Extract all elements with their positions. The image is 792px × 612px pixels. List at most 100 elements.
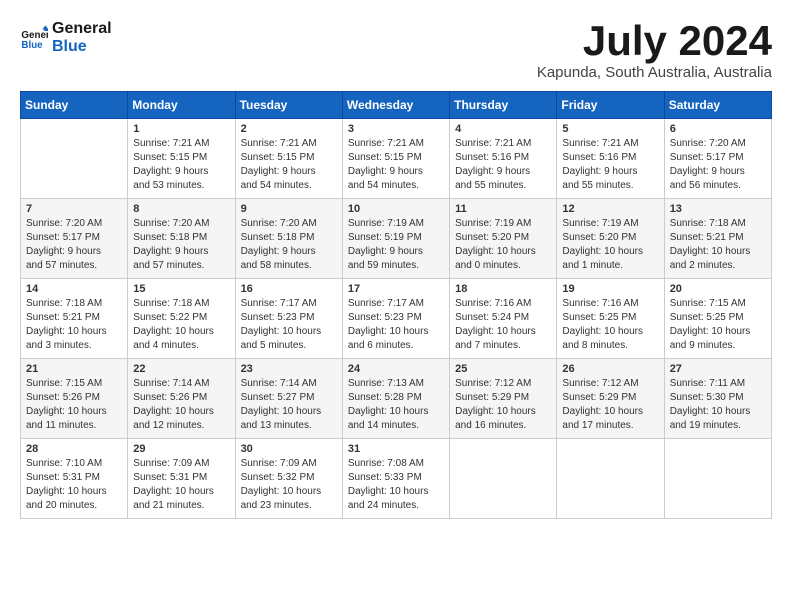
cell-text-line: and 7 minutes. <box>455 340 521 351</box>
day-number: 25 <box>455 363 551 375</box>
calendar-cell: 28Sunrise: 7:10 AMSunset: 5:31 PMDayligh… <box>21 439 128 519</box>
cell-content: Sunrise: 7:20 AMSunset: 5:17 PMDaylight:… <box>26 217 122 273</box>
cell-content: Sunrise: 7:21 AMSunset: 5:15 PMDaylight:… <box>241 137 337 193</box>
cell-text-line: Sunset: 5:27 PM <box>241 392 315 403</box>
day-number: 18 <box>455 283 551 295</box>
calendar-cell: 30Sunrise: 7:09 AMSunset: 5:32 PMDayligh… <box>235 439 342 519</box>
calendar-week-5: 28Sunrise: 7:10 AMSunset: 5:31 PMDayligh… <box>21 439 772 519</box>
cell-text-line: and 24 minutes. <box>348 500 419 511</box>
cell-content: Sunrise: 7:18 AMSunset: 5:21 PMDaylight:… <box>670 217 766 273</box>
cell-text-line: Sunrise: 7:19 AM <box>348 218 424 229</box>
cell-text-line: Daylight: 10 hours <box>670 406 751 417</box>
calendar-cell: 5Sunrise: 7:21 AMSunset: 5:16 PMDaylight… <box>557 119 664 199</box>
cell-text-line: and 14 minutes. <box>348 420 419 431</box>
cell-content: Sunrise: 7:09 AM Sunset: 5:32 PM Daylight:… <box>241 457 337 513</box>
cell-content: Sunrise: 7:12 AMSunset: 5:29 PMDaylight:… <box>455 377 551 433</box>
calendar-cell: 21 Sunrise: 7:15 AMSunset: 5:26 PMDayligh… <box>21 359 128 439</box>
cell-text-line: Sunset: 5:21 PM <box>670 232 744 243</box>
day-number: 19 <box>562 283 658 295</box>
cell-text-line: Sunset: 5:24 PM <box>455 312 529 323</box>
cell-text-line: Daylight: 10 hours <box>241 486 322 497</box>
cell-text-line: Sunrise: 7:21 AM <box>133 138 209 149</box>
cell-content: Sunrise: 7:11 AMSunset: 5:30 PMDaylight:… <box>670 377 766 433</box>
cell-text-line: Daylight: 9 hours <box>26 246 101 257</box>
calendar-cell: 4Sunrise: 7:21 AMSunset: 5:16 PMDaylight… <box>450 119 557 199</box>
page-header: General Blue General Blue July 2024 Kapu… <box>20 20 772 81</box>
cell-content: Sunrise: 7:14 AMSunset: 5:26 PMDaylight:… <box>133 377 229 433</box>
cell-text-line: Sunset: 5:32 PM <box>241 472 315 483</box>
cell-content: Sunrise: 7:09 AMSunset: 5:31 PMDaylight:… <box>133 457 229 513</box>
calendar-cell: 3Sunrise: 7:21 AMSunset: 5:15 PMDaylight… <box>342 119 449 199</box>
weekday-header-wednesday: Wednesday <box>342 92 449 119</box>
cell-text-line: Sunset: 5:26 PM <box>133 392 207 403</box>
day-number: 2 <box>241 123 337 135</box>
cell-text-line: Sunrise: 7:16 AM <box>455 298 531 309</box>
calendar-cell: 8Sunrise: 7:20 AMSunset: 5:18 PMDaylight… <box>128 199 235 279</box>
calendar-cell: 27Sunrise: 7:11 AMSunset: 5:30 PMDayligh… <box>664 359 771 439</box>
day-number: 11 <box>455 203 551 215</box>
logo-blue: Blue <box>52 38 112 56</box>
logo-general: General <box>52 20 112 38</box>
cell-text-line: Sunrise: 7:08 AM <box>348 458 424 469</box>
day-number: 10 <box>348 203 444 215</box>
cell-text-line: Sunset: 5:29 PM <box>562 392 636 403</box>
day-number: 21 <box>26 363 122 375</box>
calendar-cell: 16Sunrise: 7:17 AMSunset: 5:23 PMDayligh… <box>235 279 342 359</box>
calendar-cell: 6Sunrise: 7:20 AMSunset: 5:17 PMDaylight… <box>664 119 771 199</box>
cell-text-line: Daylight: 9 hours <box>348 166 423 177</box>
cell-text-line: Daylight: 9 hours <box>241 246 316 257</box>
cell-text-line: and 53 minutes. <box>133 180 204 191</box>
day-number: 6 <box>670 123 766 135</box>
calendar-cell: 22Sunrise: 7:14 AMSunset: 5:26 PMDayligh… <box>128 359 235 439</box>
cell-text-line: and 56 minutes. <box>670 180 741 191</box>
calendar-cell: 9Sunrise: 7:20 AMSunset: 5:18 PMDaylight… <box>235 199 342 279</box>
cell-text-line: and 21 minutes. <box>133 500 204 511</box>
calendar-week-2: 7 Sunrise: 7:20 AMSunset: 5:17 PMDaylight… <box>21 199 772 279</box>
cell-text-line: Sunset: 5:23 PM <box>348 312 422 323</box>
cell-text-line: Sunset: 5:26 PM <box>26 392 100 403</box>
day-number: 20 <box>670 283 766 295</box>
weekday-header-monday: Monday <box>128 92 235 119</box>
cell-text-line: and 0 minutes. <box>455 260 521 271</box>
cell-content: Sunrise: 7:21 AMSunset: 5:15 PMDaylight:… <box>348 137 444 193</box>
cell-text-line: Daylight: 9 hours <box>241 166 316 177</box>
weekday-header-sunday: Sunday <box>21 92 128 119</box>
cell-text-line: Sunrise: 7:14 AM <box>133 378 209 389</box>
day-number: 26 <box>562 363 658 375</box>
cell-text-line: Sunset: 5:23 PM <box>241 312 315 323</box>
calendar-cell: 7 Sunrise: 7:20 AMSunset: 5:17 PMDaylight… <box>21 199 128 279</box>
cell-text-line: Sunrise: 7:09 AM <box>241 458 317 469</box>
cell-text-line: Daylight: 9 hours <box>348 246 423 257</box>
cell-content: Sunrise: 7:17 AMSunset: 5:23 PMDaylight:… <box>241 297 337 353</box>
calendar-cell: 12Sunrise: 7:19 AMSunset: 5:20 PMDayligh… <box>557 199 664 279</box>
calendar-header: SundayMondayTuesdayWednesdayThursdayFrid… <box>21 92 772 119</box>
cell-content: Sunrise: 7:21 AMSunset: 5:16 PMDaylight:… <box>455 137 551 193</box>
cell-text-line: Sunrise: 7:18 AM <box>26 298 102 309</box>
day-number: 7 <box>26 203 122 215</box>
calendar-cell: 17Sunrise: 7:17 AMSunset: 5:23 PMDayligh… <box>342 279 449 359</box>
cell-content: Sunrise: 7:12 AMSunset: 5:29 PMDaylight:… <box>562 377 658 433</box>
weekday-header-row: SundayMondayTuesdayWednesdayThursdayFrid… <box>21 92 772 119</box>
calendar-cell <box>21 119 128 199</box>
cell-text-line: Sunset: 5:18 PM <box>133 232 207 243</box>
cell-text-line: Daylight: 10 hours <box>455 246 536 257</box>
cell-text-line: and 13 minutes. <box>241 420 312 431</box>
cell-text-line: Daylight: 10 hours <box>670 246 751 257</box>
calendar-cell: 11Sunrise: 7:19 AMSunset: 5:20 PMDayligh… <box>450 199 557 279</box>
cell-text-line: Daylight: 9 hours <box>670 166 745 177</box>
cell-text-line: and 55 minutes. <box>455 180 526 191</box>
cell-content: Sunrise: 7:15 AMSunset: 5:25 PMDaylight:… <box>670 297 766 353</box>
cell-content: Sunrise: 7:21 AMSunset: 5:16 PMDaylight:… <box>562 137 658 193</box>
cell-text-line: Daylight: 10 hours <box>562 246 643 257</box>
location-title: Kapunda, South Australia, Australia <box>537 64 772 81</box>
svg-text:Blue: Blue <box>21 39 43 50</box>
cell-content: Sunrise: 7:15 AMSunset: 5:26 PMDaylight:… <box>26 377 122 433</box>
cell-content: Sunrise: 7:20 AMSunset: 5:18 PMDaylight:… <box>241 217 337 273</box>
cell-content: Sunrise: 7:10 AMSunset: 5:31 PMDaylight:… <box>26 457 122 513</box>
day-number: 22 <box>133 363 229 375</box>
cell-text-line: Sunset: 5:33 PM <box>348 472 422 483</box>
cell-text-line: Daylight: 9 hours <box>562 166 637 177</box>
cell-text-line: Sunset: 5:18 PM <box>241 232 315 243</box>
cell-text-line: Daylight: 10 hours <box>348 326 429 337</box>
cell-text-line: and 54 minutes. <box>241 180 312 191</box>
